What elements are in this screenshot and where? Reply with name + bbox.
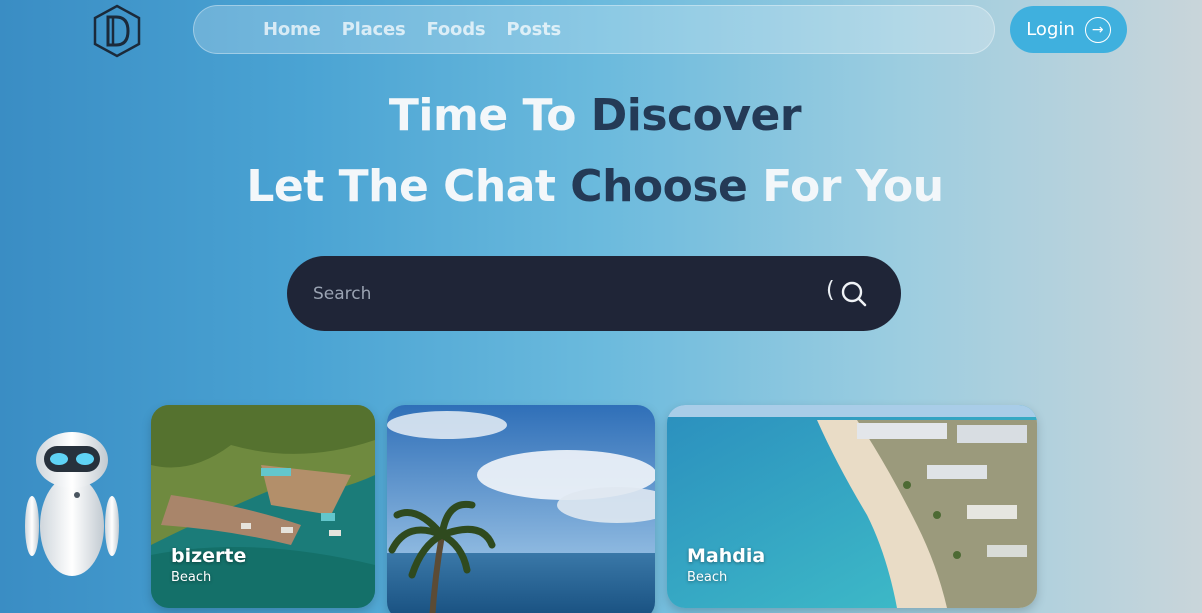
hero-line-2-a: Let The Chat	[246, 161, 571, 212]
nav-posts[interactable]: Posts	[506, 19, 561, 40]
hero-line-1: Time To Discover	[0, 90, 1190, 141]
hero-line-1-a: Time To	[388, 90, 591, 141]
hero-line-2-c: For You	[747, 161, 944, 212]
card-title: bizerte	[171, 545, 247, 567]
hero-line-2-b: Choose	[570, 161, 748, 212]
nav-foods[interactable]: Foods	[427, 19, 486, 40]
palm-photo	[387, 405, 655, 613]
place-card-mahdia[interactable]: Mahdia Beach	[667, 405, 1037, 608]
arrow-right-circle-icon: →	[1084, 16, 1111, 43]
card-title: Mahdia	[687, 545, 766, 567]
search-input[interactable]	[313, 283, 793, 304]
hexagon-d-logo[interactable]	[91, 4, 143, 58]
robot-assistant-icon[interactable]	[22, 430, 126, 580]
main-navbar: Home Places Foods Posts	[193, 5, 995, 54]
search-icon[interactable]	[840, 280, 868, 308]
place-card-bizerte[interactable]: bizerte Beach	[151, 405, 375, 608]
login-label: Login	[1026, 19, 1075, 40]
place-card-palm[interactable]	[387, 405, 655, 613]
nav-home[interactable]: Home	[263, 19, 321, 40]
card-subtitle: Beach	[171, 570, 212, 585]
login-button[interactable]: Login →	[1010, 6, 1127, 53]
card-subtitle: Beach	[687, 570, 728, 585]
hero-line-1-b: Discover	[590, 90, 802, 141]
hero-line-2: Let The Chat Choose For You	[0, 161, 1190, 212]
search-bar: (	[287, 256, 901, 331]
search-paren: (	[826, 278, 835, 303]
nav-places[interactable]: Places	[342, 19, 406, 40]
